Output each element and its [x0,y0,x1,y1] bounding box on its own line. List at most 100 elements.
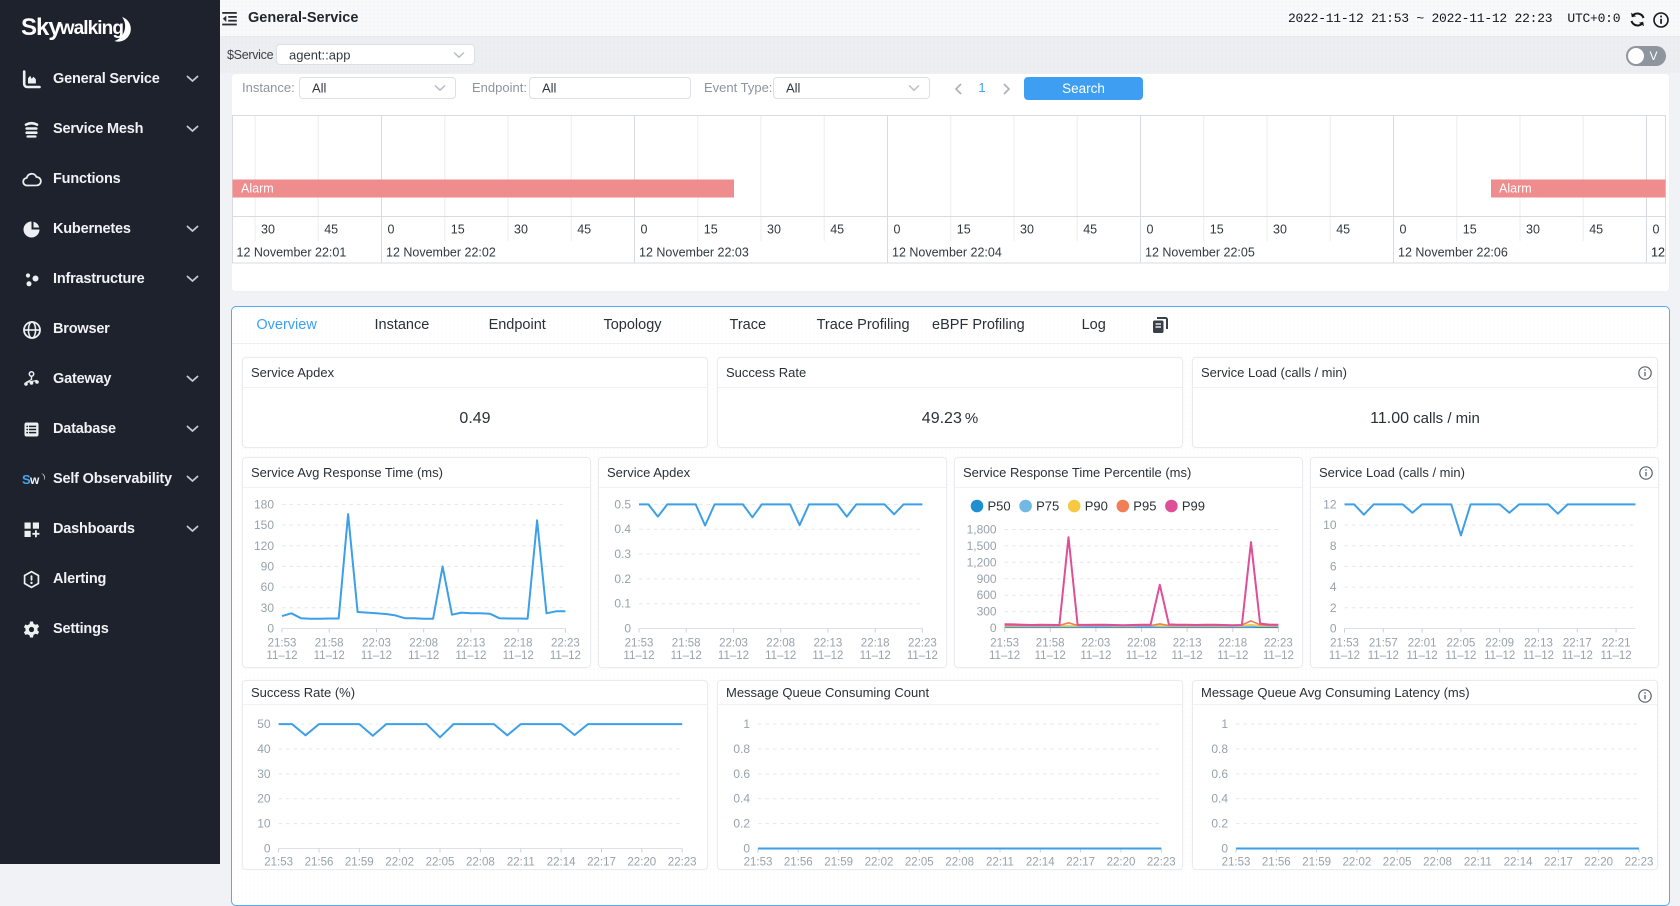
svg-text:22:01: 22:01 [1408,637,1437,649]
svg-text:11–12: 11–12 [718,650,749,662]
svg-text:22:08: 22:08 [1127,637,1156,649]
svg-text:22:03: 22:03 [1082,637,1111,649]
svg-text:22:17: 22:17 [587,857,616,869]
svg-text:0.4: 0.4 [1211,792,1228,806]
svg-text:22:05: 22:05 [1383,857,1412,869]
svg-text:0: 0 [267,621,274,635]
svg-text:45: 45 [577,223,591,237]
svg-text:11–12: 11–12 [1035,650,1066,662]
svg-text:P99: P99 [1182,498,1205,513]
svg-text:22:05: 22:05 [1447,637,1476,649]
svg-text:1,200: 1,200 [967,555,997,569]
svg-text:22:14: 22:14 [547,857,576,869]
svg-text:40: 40 [257,742,271,756]
svg-text:1,500: 1,500 [967,538,997,552]
svg-text:22:20: 22:20 [1584,857,1613,869]
svg-text:30: 30 [261,223,275,237]
svg-text:22:18: 22:18 [504,637,533,649]
svg-text:30: 30 [261,600,275,614]
svg-text:0.8: 0.8 [733,742,750,756]
svg-text:15: 15 [704,223,718,237]
svg-text:22:20: 22:20 [627,857,656,869]
svg-text:11–12: 11–12 [550,650,581,662]
svg-text:22:02: 22:02 [385,857,414,869]
svg-text:22:02: 22:02 [865,857,894,869]
svg-text:0: 0 [1653,223,1660,237]
svg-text:30: 30 [767,223,781,237]
svg-text:900: 900 [977,571,997,585]
svg-text:4: 4 [1330,580,1337,594]
svg-text:21:58: 21:58 [1036,637,1065,649]
svg-text:11–12: 11–12 [907,650,938,662]
svg-text:22:17: 22:17 [1066,857,1095,869]
svg-text:22:08: 22:08 [409,637,438,649]
svg-text:22:13: 22:13 [1173,637,1202,649]
svg-text:P75: P75 [1036,498,1059,513]
svg-text:150: 150 [254,518,274,532]
svg-text:22:17: 22:17 [1544,857,1573,869]
svg-text:22:14: 22:14 [1026,857,1055,869]
svg-text:50: 50 [257,717,271,731]
svg-text:0: 0 [1147,223,1154,237]
svg-text:300: 300 [977,604,997,618]
svg-text:30: 30 [1273,223,1287,237]
svg-text:30: 30 [257,767,271,781]
svg-text:12 November 22:02: 12 November 22:02 [386,246,496,260]
svg-text:22:05: 22:05 [905,857,934,869]
svg-text:21:56: 21:56 [305,857,334,869]
svg-text:12: 12 [1323,497,1337,511]
svg-text:11–12: 11–12 [361,650,392,662]
svg-text:22:23: 22:23 [1147,857,1176,869]
svg-text:12 November 22:03: 12 November 22:03 [639,246,749,260]
svg-text:11–12: 11–12 [1484,650,1515,662]
svg-text:22:08: 22:08 [945,857,974,869]
svg-text:8: 8 [1330,538,1337,552]
svg-text:6: 6 [1330,559,1337,573]
svg-text:15: 15 [451,223,465,237]
svg-text:11–12: 11–12 [1601,650,1632,662]
svg-text:0.3: 0.3 [614,547,631,561]
svg-text:0: 0 [743,842,750,856]
svg-text:11–12: 11–12 [1172,650,1203,662]
svg-text:90: 90 [261,559,275,573]
svg-text:11–12: 11–12 [314,650,345,662]
svg-text:11–12: 11–12 [1445,650,1476,662]
svg-text:0: 0 [624,621,631,635]
svg-text:15: 15 [1463,223,1477,237]
svg-text:1,800: 1,800 [967,522,997,536]
svg-text:1: 1 [1221,717,1228,731]
svg-text:21:53: 21:53 [990,637,1019,649]
svg-text:0.5: 0.5 [614,497,631,511]
svg-text:11–12: 11–12 [1562,650,1593,662]
svg-text:21:58: 21:58 [315,637,344,649]
svg-text:11–12: 11–12 [812,650,843,662]
svg-text:45: 45 [1083,223,1097,237]
svg-text:P90: P90 [1085,498,1108,513]
svg-text:0.4: 0.4 [733,792,750,806]
svg-text:21:59: 21:59 [1302,857,1331,869]
svg-text:22:08: 22:08 [466,857,495,869]
svg-text:0: 0 [264,842,271,856]
svg-text:15: 15 [1210,223,1224,237]
svg-text:11–12: 11–12 [671,650,702,662]
svg-text:0: 0 [990,621,997,635]
svg-text:21:53: 21:53 [268,637,297,649]
svg-text:21:58: 21:58 [672,637,701,649]
svg-text:22:23: 22:23 [668,857,697,869]
svg-text:22:13: 22:13 [457,637,486,649]
svg-text:21:59: 21:59 [345,857,374,869]
svg-text:22:21: 22:21 [1602,637,1631,649]
svg-text:0: 0 [894,223,901,237]
svg-text:0.2: 0.2 [1211,817,1228,831]
svg-text:11–12: 11–12 [989,650,1020,662]
svg-text:1: 1 [743,717,750,731]
svg-text:0: 0 [1330,621,1337,635]
svg-text:0: 0 [641,223,648,237]
svg-text:45: 45 [830,223,844,237]
svg-text:30: 30 [1020,223,1034,237]
svg-text:0: 0 [388,223,395,237]
svg-text:21:53: 21:53 [625,637,654,649]
svg-text:20: 20 [257,792,271,806]
svg-text:0.4: 0.4 [614,522,631,536]
svg-text:22:23: 22:23 [908,637,937,649]
